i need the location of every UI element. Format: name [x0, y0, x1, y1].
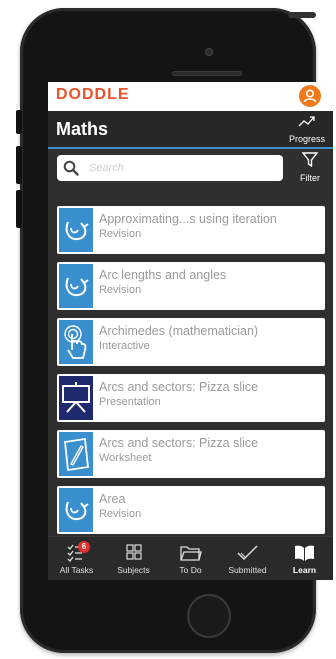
app-screen: DODDLE Maths Progress Search Filter Appr… [48, 82, 333, 580]
folder-icon [180, 546, 202, 561]
user-icon [303, 89, 317, 103]
item-type: Worksheet [99, 452, 152, 464]
item-type: Interactive [99, 340, 150, 352]
item-title: Area [99, 492, 126, 506]
title-bar: Maths Progress [48, 111, 333, 149]
grid-icon [126, 544, 142, 560]
progress-chart-icon [298, 116, 315, 127]
book-icon [295, 545, 314, 561]
item-title: Arc lengths and angles [99, 268, 227, 282]
progress-label: Progress [288, 134, 325, 144]
list-item[interactable]: Arcs and sectors: Pizza slice Worksheet [57, 430, 325, 478]
item-type: Revision [99, 508, 142, 520]
tab-label: All Tasks [59, 565, 94, 575]
revision-icon [59, 488, 93, 532]
presentation-icon [59, 376, 93, 420]
checkmark-icon [237, 545, 258, 561]
list-item[interactable]: Approximating...s using iteration Revisi… [57, 206, 325, 254]
tab-subjects[interactable]: Subjects [105, 537, 162, 580]
list-item[interactable]: Arc lengths and angles Revision [57, 262, 325, 310]
bottom-tab-bar: 6 All Tasks Subjects To Do Submitted Lea… [48, 536, 333, 580]
revision-icon [59, 264, 93, 308]
brand-bar: DODDLE [48, 82, 333, 111]
revision-icon [59, 208, 93, 252]
filter-button[interactable]: Filter [288, 151, 332, 185]
search-icon [63, 160, 79, 176]
front-camera [205, 48, 213, 56]
list-item[interactable]: Area Revision [57, 486, 325, 534]
item-type: Revision [99, 228, 142, 240]
progress-button[interactable]: Progress [283, 115, 331, 145]
power-button [288, 12, 316, 18]
earpiece-speaker [172, 71, 242, 76]
search-input[interactable]: Search [57, 155, 283, 181]
worksheet-icon [59, 432, 93, 476]
volume-up-button [16, 146, 22, 184]
tab-label: To Do [179, 565, 202, 575]
item-type: Presentation [99, 396, 161, 408]
item-title: Arcs and sectors: Pizza slice [99, 436, 259, 450]
notification-badge: 6 [78, 541, 90, 553]
touch-icon [59, 320, 93, 364]
tab-label: Subjects [117, 565, 150, 575]
list-item[interactable]: Archimedes (mathematician) Interactive [57, 318, 325, 366]
home-button[interactable] [187, 594, 231, 638]
tab-learn[interactable]: Learn [276, 537, 333, 580]
tab-label: Learn [292, 565, 317, 575]
tab-all-tasks[interactable]: 6 All Tasks [48, 537, 105, 580]
list-item[interactable]: Arcs and sectors: Pizza slice Presentati… [57, 374, 325, 422]
item-type: Revision [99, 284, 142, 296]
filter-label: Filter [300, 173, 320, 183]
tab-submitted[interactable]: Submitted [219, 537, 276, 580]
item-title: Arcs and sectors: Pizza slice [99, 380, 259, 394]
tab-to-do[interactable]: To Do [162, 537, 219, 580]
checklist-icon [67, 544, 82, 562]
avatar[interactable] [299, 85, 321, 107]
item-title: Approximating...s using iteration [99, 212, 277, 226]
page-title: Maths [56, 119, 109, 139]
filter-icon [301, 152, 319, 168]
item-title: Archimedes (mathematician) [99, 324, 259, 338]
doddle-logo: DODDLE [56, 86, 130, 103]
volume-down-button [16, 190, 22, 228]
search-placeholder: Search [89, 162, 124, 174]
mute-switch [16, 110, 22, 134]
tab-label: Submitted [228, 565, 267, 575]
